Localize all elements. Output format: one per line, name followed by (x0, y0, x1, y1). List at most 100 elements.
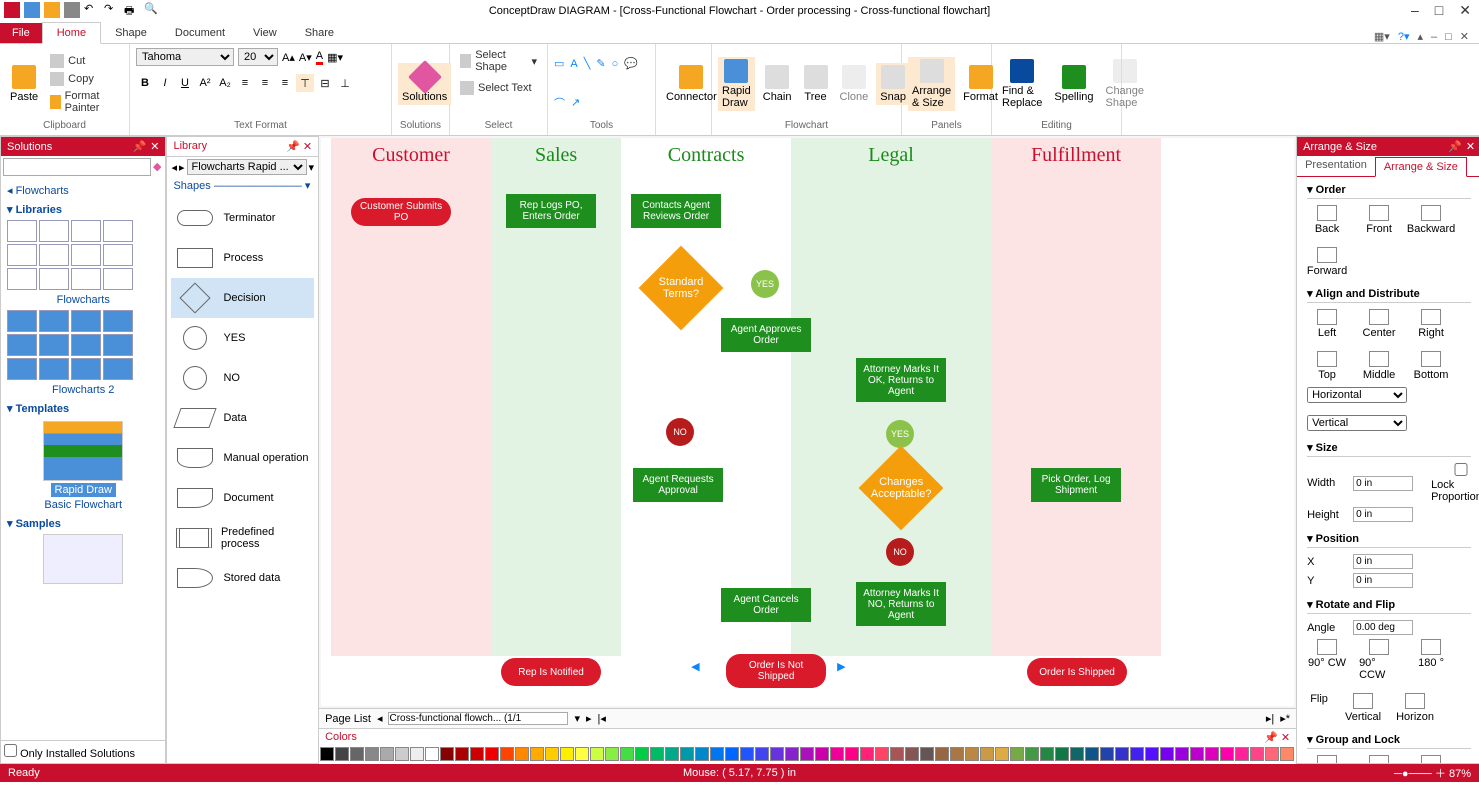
color-swatch[interactable] (350, 747, 364, 761)
bold-button[interactable]: B (136, 74, 154, 92)
shape-manual-operation[interactable]: Manual operation (171, 438, 314, 478)
color-swatch[interactable] (740, 747, 754, 761)
rotate-ccw-button[interactable]: 90° CCW (1359, 639, 1399, 681)
rapid-left-icon[interactable]: ◀ (691, 660, 699, 673)
color-swatch[interactable] (530, 747, 544, 761)
template-thumb[interactable] (43, 421, 123, 481)
page-last-icon[interactable]: ▸| (1266, 712, 1274, 725)
color-swatch[interactable] (1055, 747, 1069, 761)
save-icon[interactable] (64, 2, 80, 18)
distribute-horizontal-select[interactable]: Horizontal (1307, 387, 1407, 403)
tab-shape[interactable]: Shape (101, 23, 161, 43)
redo-icon[interactable]: ↷ (104, 2, 120, 18)
color-swatch[interactable] (1040, 747, 1054, 761)
color-swatch[interactable] (890, 747, 904, 761)
tab-share[interactable]: Share (291, 23, 348, 43)
page-name-input[interactable] (388, 712, 568, 725)
clone-button[interactable]: Clone (836, 63, 873, 105)
flip-vertical-button[interactable]: Vertical (1343, 693, 1383, 723)
color-swatch[interactable] (1250, 747, 1264, 761)
color-swatch[interactable] (365, 747, 379, 761)
color-swatch[interactable] (695, 747, 709, 761)
align-top-button[interactable]: Top (1307, 351, 1347, 381)
color-swatch[interactable] (500, 747, 514, 761)
library-dropdown[interactable]: Flowcharts Rapid ... (187, 159, 307, 175)
color-swatch[interactable] (515, 747, 529, 761)
valign-mid-button[interactable]: ⊟ (316, 74, 334, 92)
color-swatch[interactable] (455, 747, 469, 761)
superscript-button[interactable]: A² (196, 74, 214, 92)
color-swatch[interactable] (560, 747, 574, 761)
page-prev-icon[interactable]: ◂ (377, 712, 383, 725)
preview-icon[interactable]: 🔍 (144, 2, 160, 18)
color-swatch[interactable] (425, 747, 439, 761)
color-swatch[interactable] (1145, 747, 1159, 761)
shape-predefined-process[interactable]: Predefined process (171, 518, 314, 558)
highlight-icon[interactable]: ▦▾ (327, 51, 343, 64)
close-button[interactable]: ✕ (1459, 2, 1471, 19)
shape-document[interactable]: Document (171, 478, 314, 518)
angle-input[interactable] (1353, 620, 1413, 635)
copy-button[interactable]: Copy (46, 71, 123, 87)
arrange-size-button[interactable]: Arrange & Size (908, 57, 955, 111)
color-swatch[interactable] (725, 747, 739, 761)
help-icon[interactable]: ?▾ (1398, 30, 1410, 43)
align-right-button[interactable]: ≡ (276, 74, 294, 92)
solutions-search-input[interactable] (3, 158, 151, 176)
flip-horizon-button[interactable]: Horizon (1395, 693, 1435, 723)
colors-pin-icon[interactable]: 📌 (1264, 732, 1278, 744)
tab-home[interactable]: Home (42, 22, 101, 44)
format-painter-button[interactable]: Format Painter (46, 89, 123, 115)
color-swatch[interactable] (950, 747, 964, 761)
node-agent-requests[interactable]: Agent Requests Approval (633, 468, 723, 502)
node-yes1[interactable]: YES (751, 270, 779, 298)
color-swatch[interactable] (965, 747, 979, 761)
node-agent-cancels[interactable]: Agent Cancels Order (721, 588, 811, 622)
node-order-not-shipped[interactable]: Order Is Not Shipped (726, 654, 826, 688)
font-color-icon[interactable]: A (316, 50, 323, 65)
color-swatch[interactable] (1235, 747, 1249, 761)
color-swatch[interactable] (1070, 747, 1084, 761)
node-attorney-ok[interactable]: Attorney Marks It OK, Returns to Agent (856, 358, 946, 402)
arrow-tool-icon[interactable]: ↗ (571, 96, 580, 109)
file-tab[interactable]: File (0, 23, 42, 43)
canvas[interactable]: Customer Sales Contracts Legal Fulfillme… (321, 138, 1294, 706)
color-swatch[interactable] (1115, 747, 1129, 761)
align-center-button[interactable]: Center (1359, 309, 1399, 339)
send-backward-button[interactable]: Backward (1411, 205, 1451, 235)
color-swatch[interactable] (710, 747, 724, 761)
flowcharts2-palette[interactable] (7, 310, 159, 380)
position-header[interactable]: ▾ Position (1307, 532, 1471, 548)
shape-terminator[interactable]: Terminator (171, 198, 314, 238)
color-swatch[interactable] (905, 747, 919, 761)
color-swatch[interactable] (1265, 747, 1279, 761)
lib-next-icon[interactable]: ▸ (179, 161, 185, 174)
speech-tool-icon[interactable]: 💬 (624, 57, 638, 70)
node-pick-order[interactable]: Pick Order, Log Shipment (1031, 468, 1121, 502)
subscript-button[interactable]: A₂ (216, 74, 234, 92)
color-swatch[interactable] (785, 747, 799, 761)
page-next-icon[interactable]: ▸ (586, 712, 592, 725)
color-swatch[interactable] (920, 747, 934, 761)
edit-group-button[interactable]: Edit Group (1411, 755, 1451, 763)
color-swatch[interactable] (1205, 747, 1219, 761)
page-add-icon[interactable]: ▸* (1280, 712, 1290, 725)
color-swatch[interactable] (380, 747, 394, 761)
ribbon-min-icon[interactable]: ▴ (1417, 30, 1423, 43)
group-header[interactable]: ▾ Group and Lock (1307, 733, 1471, 749)
node-contacts-agent[interactable]: Contacts Agent Reviews Order (631, 194, 721, 228)
app-menu-icon[interactable]: ▦▾ (1374, 30, 1390, 43)
colors-close-icon[interactable]: ✕ (1281, 732, 1290, 744)
color-swatch[interactable] (935, 747, 949, 761)
inner-close-icon[interactable]: ✕ (1460, 30, 1469, 43)
font-select[interactable]: Tahoma (136, 48, 234, 66)
align-header[interactable]: ▾ Align and Distribute (1307, 287, 1471, 303)
color-swatch[interactable] (875, 747, 889, 761)
solutions-button[interactable]: Solutions (398, 63, 451, 105)
new-icon[interactable] (24, 2, 40, 18)
node-no1[interactable]: NO (666, 418, 694, 446)
color-swatch[interactable] (1100, 747, 1114, 761)
bring-front-button[interactable]: Front (1359, 205, 1399, 235)
color-swatch[interactable] (650, 747, 664, 761)
lib-prev-icon[interactable]: ◂ (171, 161, 177, 174)
